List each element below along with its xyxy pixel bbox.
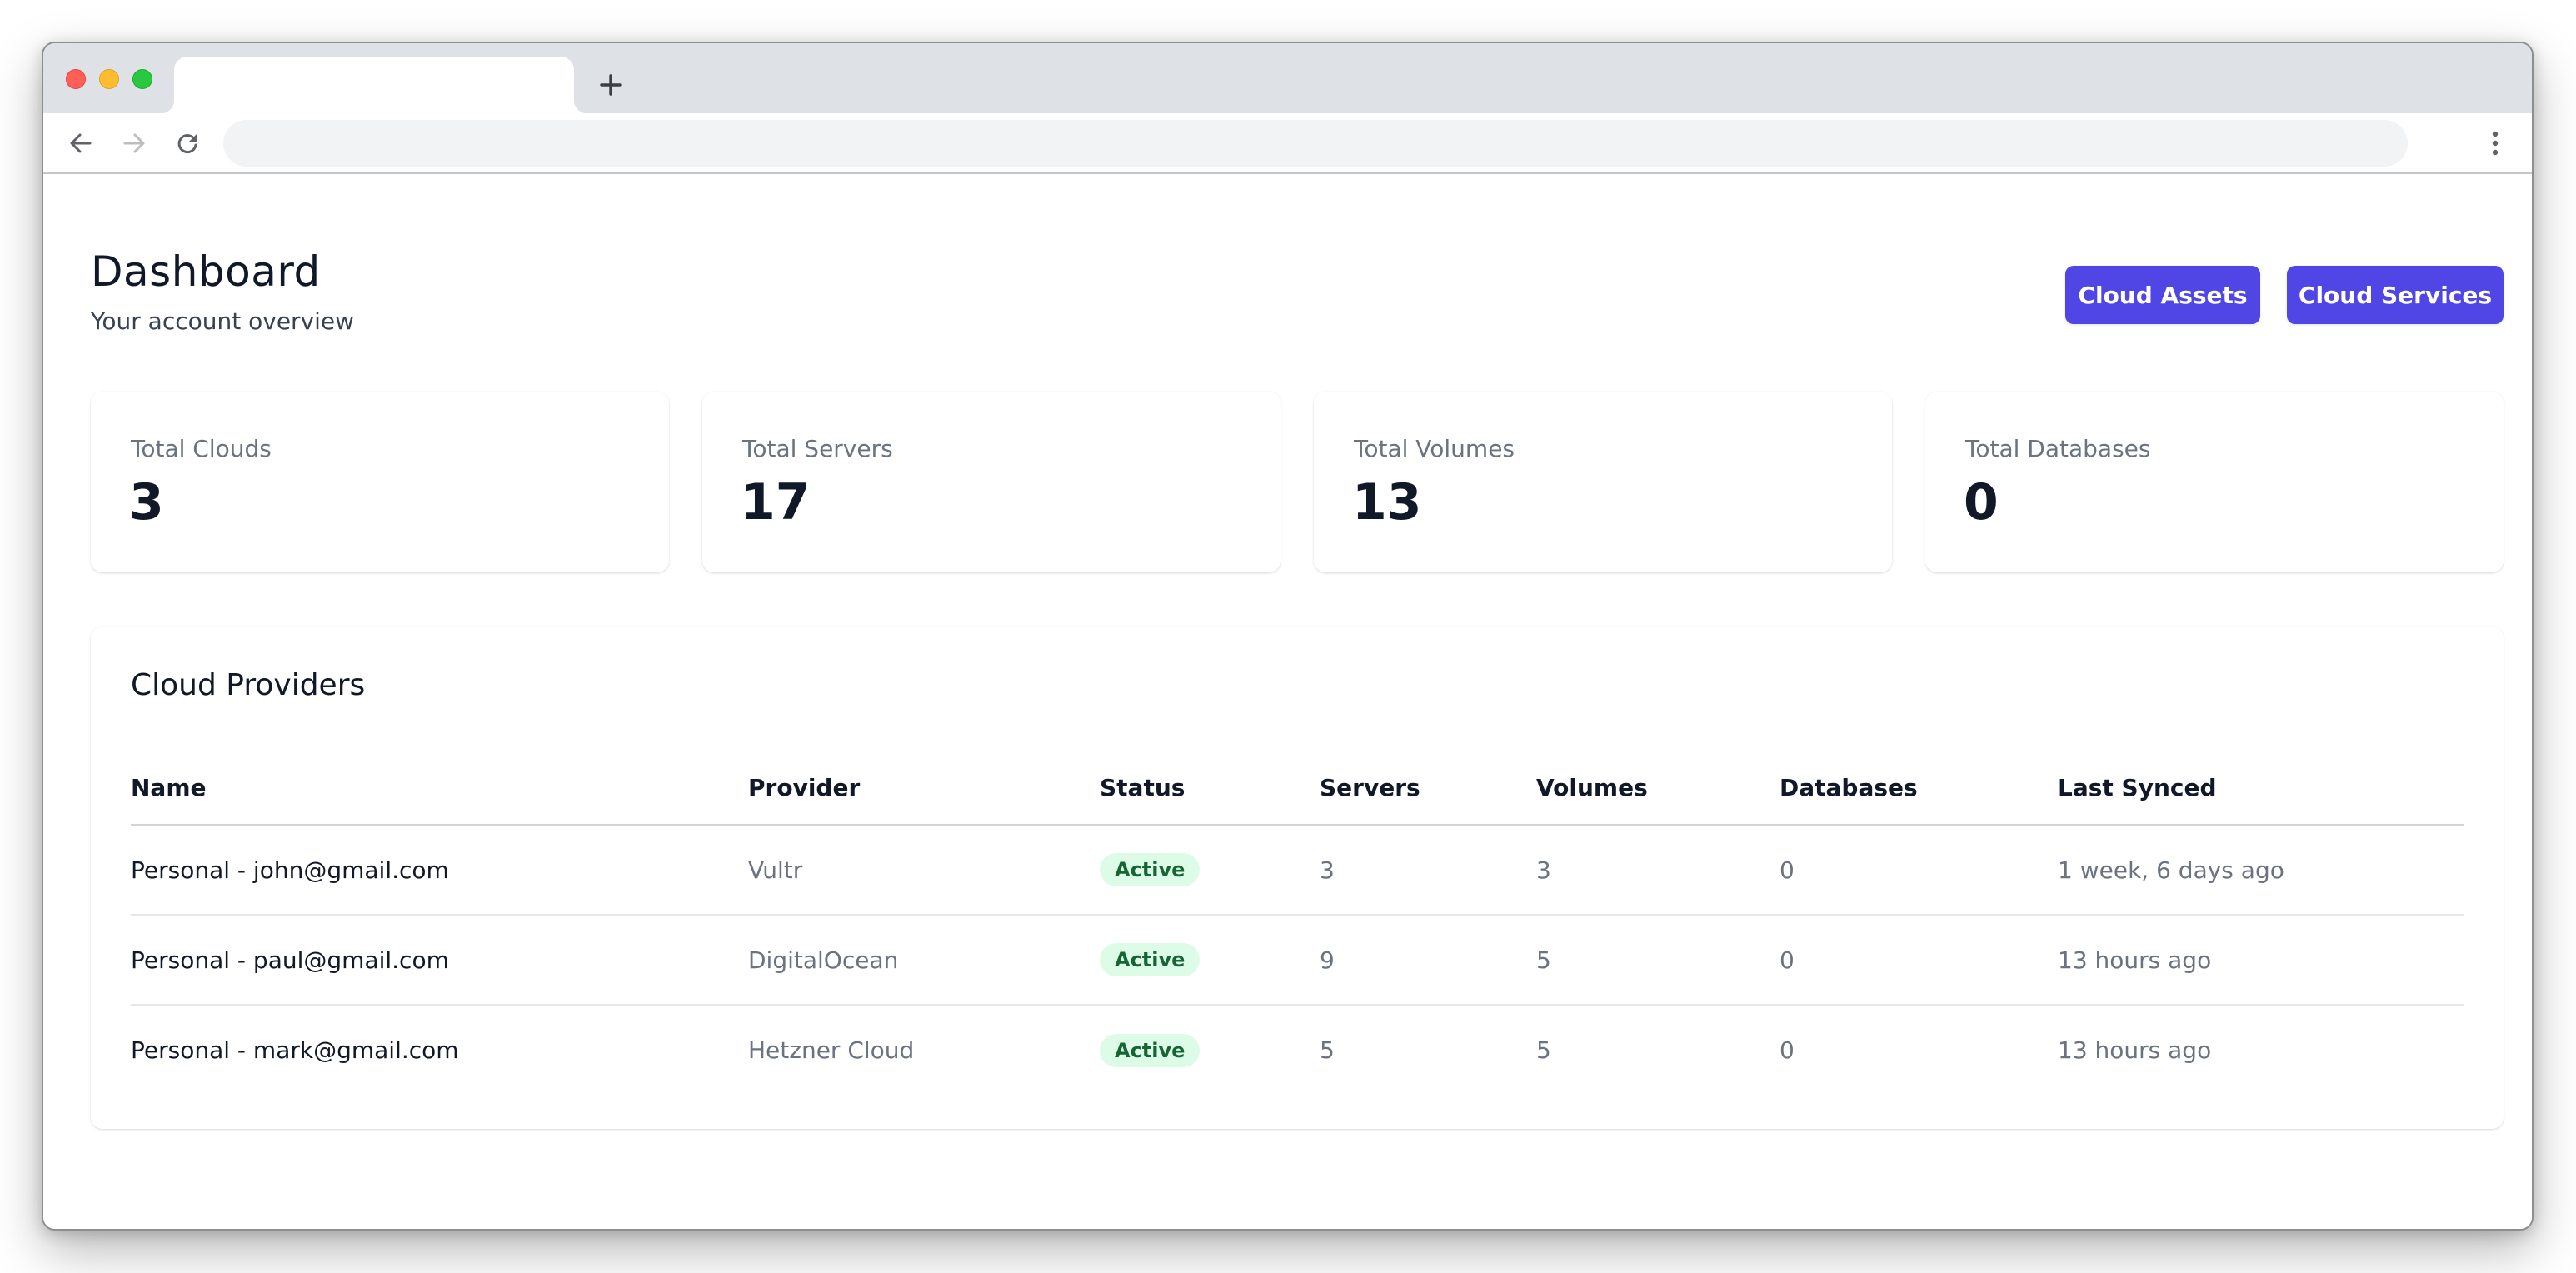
address-bar[interactable] (223, 120, 2408, 167)
stat-value: 13 (1352, 473, 1422, 532)
cell-servers: 9 (1320, 915, 1536, 1006)
cell-provider: Hetzner Cloud (748, 1036, 915, 1064)
browser-tab-active[interactable] (161, 57, 587, 113)
maximize-window-button[interactable] (132, 69, 152, 89)
column-header-status: Status (1100, 751, 1320, 826)
stat-card-total-databases: Total Databases 0 (1925, 392, 2504, 572)
cell-servers: 5 (1320, 1036, 1335, 1064)
stat-label: Total Databases (1965, 435, 2151, 462)
close-window-button[interactable] (66, 69, 86, 89)
cloud-providers-table: Name Provider Status Servers Volumes Dat… (131, 751, 2464, 1095)
cell-databases: 0 (1780, 1036, 1795, 1064)
cell-name[interactable]: Personal - mark@gmail.com (131, 1005, 748, 1095)
cell-volumes: 5 (1536, 1036, 1551, 1064)
stat-value: 0 (1964, 473, 1999, 532)
table-row[interactable]: Personal - mark@gmail.com Hetzner Cloud … (131, 1005, 2464, 1095)
browser-window: Dashboard Your account overview Cloud As… (42, 42, 2534, 1231)
stat-label: Total Volumes (1354, 435, 1515, 462)
cell-provider: Vultr (748, 825, 1100, 916)
cell-volumes: 3 (1536, 825, 1780, 916)
plus-icon (600, 74, 622, 96)
cell-last-synced: 13 hours ago (2058, 1036, 2212, 1064)
stat-card-total-volumes: Total Volumes 13 (1314, 392, 1892, 572)
table-row[interactable]: Personal - paul@gmail.com DigitalOcean A… (131, 915, 2464, 1006)
arrow-right-icon (123, 133, 145, 153)
cell-status: Active (1100, 825, 1320, 916)
browser-menu-button[interactable] (2480, 128, 2510, 158)
cell-last-synced: 1 week, 6 days ago (2058, 825, 2464, 916)
back-button[interactable] (66, 128, 96, 158)
minimize-window-button[interactable] (99, 69, 119, 89)
cell-servers: 3 (1320, 825, 1536, 916)
column-header-databases: Databases (1780, 751, 2058, 826)
cell-databases: 0 (1780, 915, 2058, 1006)
table-header-row: Name Provider Status Servers Volumes Dat… (131, 751, 2464, 826)
cell-name[interactable]: Personal - john@gmail.com (131, 825, 748, 916)
page-title: Dashboard (91, 247, 321, 296)
kebab-menu-icon (2492, 131, 2499, 156)
column-header-name: Name (131, 751, 748, 826)
cell-status: Active (1100, 1005, 1320, 1095)
reload-icon (177, 134, 197, 153)
cell-name[interactable]: Personal - paul@gmail.com (131, 915, 748, 1006)
browser-titlebar (43, 43, 2532, 113)
column-header-volumes: Volumes (1536, 751, 1780, 826)
arrow-left-icon (70, 133, 92, 153)
cloud-assets-button[interactable]: Cloud Assets (2065, 266, 2260, 324)
cell-last-synced: 13 hours ago (2058, 915, 2464, 1006)
cell-provider: DigitalOcean (748, 915, 1100, 1006)
cloud-services-button[interactable]: Cloud Services (2287, 266, 2504, 324)
cell-databases: 0 (1780, 825, 2058, 916)
page-subtitle: Your account overview (91, 307, 355, 335)
stat-card-total-servers: Total Servers 17 (702, 392, 1281, 572)
stat-label: Total Clouds (131, 435, 272, 462)
stat-value: 3 (129, 473, 164, 532)
status-badge: Active (1100, 853, 1201, 887)
stat-value: 17 (741, 473, 811, 532)
stat-label: Total Servers (742, 435, 893, 462)
cloud-providers-panel: Cloud Providers Name Provider Status Ser… (91, 627, 2504, 1129)
table-row[interactable]: Personal - john@gmail.com Vultr Active 3… (131, 825, 2464, 916)
column-header-provider: Provider (748, 751, 1100, 826)
new-tab-button[interactable] (597, 71, 625, 99)
column-header-last-synced: Last Synced (2058, 751, 2464, 826)
status-badge: Active (1100, 1033, 1201, 1067)
stat-card-total-clouds: Total Clouds 3 (91, 392, 669, 572)
page-content: Dashboard Your account overview Cloud As… (43, 174, 2532, 1229)
cell-status: Active (1100, 915, 1320, 1006)
reload-button[interactable] (172, 128, 202, 158)
forward-button[interactable] (119, 128, 149, 158)
panel-title: Cloud Providers (131, 668, 366, 702)
browser-toolbar (43, 113, 2532, 174)
column-header-servers: Servers (1320, 751, 1536, 826)
cell-volumes: 5 (1536, 915, 1780, 1006)
status-badge: Active (1100, 943, 1201, 976)
